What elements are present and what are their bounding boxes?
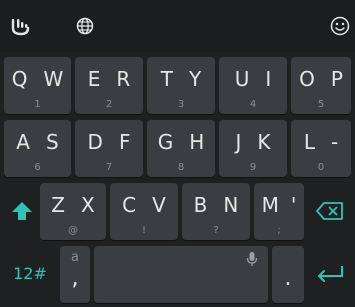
key-sub-label: 1 xyxy=(34,99,41,110)
key-sub-label: @ xyxy=(68,225,78,236)
microphone-icon xyxy=(246,252,258,266)
key-char: - xyxy=(330,130,339,154)
key-char: E xyxy=(87,67,101,91)
key-bn[interactable]: BN ? xyxy=(182,183,250,240)
comma-key[interactable]: a , xyxy=(60,246,90,303)
enter-key[interactable] xyxy=(308,246,351,303)
key-l-dash[interactable]: L- 0 xyxy=(291,120,351,177)
key-ui[interactable]: UI 4 xyxy=(219,57,287,114)
key-cv[interactable]: CV ! xyxy=(110,183,178,240)
key-sub-label: 0 xyxy=(317,162,325,173)
comma-key-label: , xyxy=(71,266,79,291)
key-char: Q xyxy=(11,67,28,91)
key-zx[interactable]: ZX @ xyxy=(40,183,106,240)
key-char: A xyxy=(16,130,30,154)
key-char: I xyxy=(265,67,272,91)
key-op[interactable]: OP 5 xyxy=(291,57,351,114)
key-char: K xyxy=(257,130,271,154)
key-jk[interactable]: JK 9 xyxy=(219,120,287,177)
key-char: M xyxy=(261,193,279,217)
key-char: F xyxy=(118,130,131,154)
globe-icon[interactable] xyxy=(70,0,100,52)
backspace-icon xyxy=(316,202,343,220)
key-char: S xyxy=(45,130,59,154)
key-char: P xyxy=(330,67,343,91)
key-char: W xyxy=(43,67,64,91)
key-char: Y xyxy=(189,67,202,91)
key-gh[interactable]: GH 8 xyxy=(147,120,215,177)
key-sub-label: 4 xyxy=(249,99,257,110)
key-char: U xyxy=(234,67,250,91)
key-df[interactable]: DF 7 xyxy=(75,120,143,177)
key-sub-label: 9 xyxy=(249,162,257,173)
key-char: L xyxy=(303,130,315,154)
key-char: X xyxy=(81,193,95,217)
key-as[interactable]: AS 6 xyxy=(4,120,71,177)
key-char: N xyxy=(223,193,239,217)
key-char: Z xyxy=(51,193,65,217)
key-char: R xyxy=(116,67,131,91)
enter-arrow-icon xyxy=(318,266,343,282)
key-char: ' xyxy=(290,193,297,217)
key-char: G xyxy=(157,130,174,154)
shift-arrow-icon xyxy=(12,202,32,220)
key-sub-label: 7 xyxy=(105,162,113,173)
touchpal-logo-icon[interactable] xyxy=(4,0,40,52)
keyboard-toolbar xyxy=(0,0,355,52)
key-char: T xyxy=(160,67,173,91)
backspace-key[interactable] xyxy=(308,183,351,240)
period-key-label: . xyxy=(284,266,292,291)
key-char: C xyxy=(122,193,137,217)
key-sub-label: 3 xyxy=(177,99,185,110)
key-sub-label: ! xyxy=(141,225,146,236)
key-sub-label: ? xyxy=(213,225,219,236)
key-m-apostrophe[interactable]: M ' ; xyxy=(254,183,304,240)
space-key[interactable] xyxy=(94,246,268,303)
key-er[interactable]: ER 2 xyxy=(75,57,143,114)
key-ty[interactable]: TY 3 xyxy=(147,57,215,114)
key-sub-label: ; xyxy=(277,225,281,236)
key-sub-label: 2 xyxy=(105,99,113,110)
key-sub-label: 5 xyxy=(317,99,325,110)
key-char: D xyxy=(87,130,103,154)
emoji-icon[interactable] xyxy=(325,0,355,52)
key-char: V xyxy=(152,193,166,217)
key-char: B xyxy=(193,193,208,217)
key-char: O xyxy=(299,67,315,91)
period-key[interactable]: . xyxy=(272,246,304,303)
key-qw[interactable]: QW 1 xyxy=(4,57,71,114)
key-char: J xyxy=(235,130,242,154)
symbols-key[interactable]: 12# xyxy=(4,246,56,303)
key-sub-label: 6 xyxy=(34,162,41,173)
comma-key-alt: a xyxy=(71,250,79,265)
symbols-key-label: 12# xyxy=(13,264,47,283)
shift-key[interactable] xyxy=(4,183,38,240)
keyboard: QW 1 ER 2 TY 3 UI 4 OP 5 AS 6 DF 7 GH 8 … xyxy=(0,52,355,307)
key-sub-label: 8 xyxy=(177,162,185,173)
key-char: H xyxy=(189,130,205,154)
